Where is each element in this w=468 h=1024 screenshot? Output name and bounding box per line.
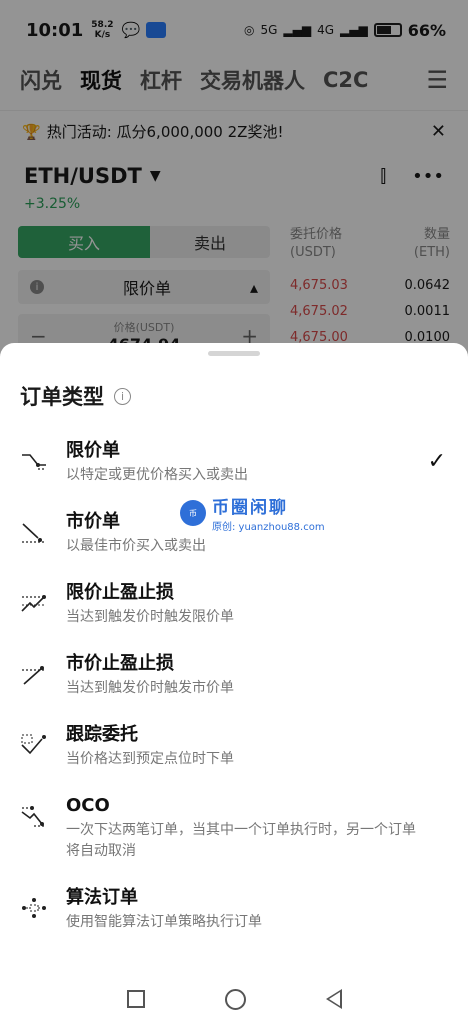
option-desc: 以最佳市价买入或卖出 <box>66 538 206 554</box>
order-type-sheet: 订单类型 i 限价单 以特定或更优价格买入或卖出 ✓ 市价单 以最佳市价买入或卖… <box>0 343 468 1024</box>
option-limit-order[interactable]: 限价单 以特定或更优价格买入或卖出 ✓ <box>0 439 468 486</box>
trailing-order-icon <box>0 723 66 770</box>
option-title: 市价止盈止损 <box>66 653 174 674</box>
option-desc: 一次下达两笔订单，当其中一个订单执行时，另一个订单将自动取消 <box>66 822 416 859</box>
option-desc: 以特定或更优价格买入或卖出 <box>66 467 248 483</box>
option-algo-order[interactable]: 算法订单 使用智能算法订单策略执行订单 <box>0 886 468 933</box>
market-tpsl-icon <box>0 652 66 699</box>
option-limit-tpsl[interactable]: 限价止盈止损 当达到触发价时触发限价单 <box>0 581 468 628</box>
option-market-tpsl[interactable]: 市价止盈止损 当达到触发价时触发市价单 <box>0 652 468 699</box>
checkmark-icon: ✓ <box>427 449 446 474</box>
watermark-logo-icon: 币 <box>180 500 206 526</box>
option-title: OCO <box>66 795 110 816</box>
watermark: 币 币圈闲聊 原创: yuanzhou88.com <box>180 493 325 533</box>
option-title: 算法订单 <box>66 887 138 908</box>
algo-order-icon <box>0 886 66 933</box>
system-nav-bar <box>0 974 468 1024</box>
sheet-title: 订单类型 i <box>20 381 131 411</box>
option-oco[interactable]: OCO 一次下达两笔订单，当其中一个订单执行时，另一个订单将自动取消 <box>0 794 468 862</box>
market-order-icon <box>0 510 66 557</box>
option-desc: 使用智能算法订单策略执行订单 <box>66 914 262 930</box>
home-button[interactable] <box>224 988 246 1010</box>
option-title: 限价止盈止损 <box>66 582 174 603</box>
watermark-subtitle: 原创: yuanzhou88.com <box>212 522 325 533</box>
watermark-title: 币圈闲聊 <box>212 498 288 518</box>
recents-button[interactable] <box>126 990 145 1008</box>
sheet-drag-handle[interactable] <box>208 351 260 356</box>
option-title: 跟踪委托 <box>66 724 138 745</box>
option-title: 限价单 <box>66 440 120 461</box>
limit-order-icon <box>0 439 66 486</box>
oco-icon <box>0 794 66 862</box>
option-desc: 当达到触发价时触发市价单 <box>66 680 234 696</box>
limit-tpsl-icon <box>0 581 66 628</box>
option-desc: 当价格达到预定点位时下单 <box>66 751 234 767</box>
info-icon[interactable]: i <box>114 387 131 405</box>
option-trailing-order[interactable]: 跟踪委托 当价格达到预定点位时下单 <box>0 723 468 770</box>
back-button[interactable] <box>325 989 342 1009</box>
option-desc: 当达到触发价时触发限价单 <box>66 609 234 625</box>
